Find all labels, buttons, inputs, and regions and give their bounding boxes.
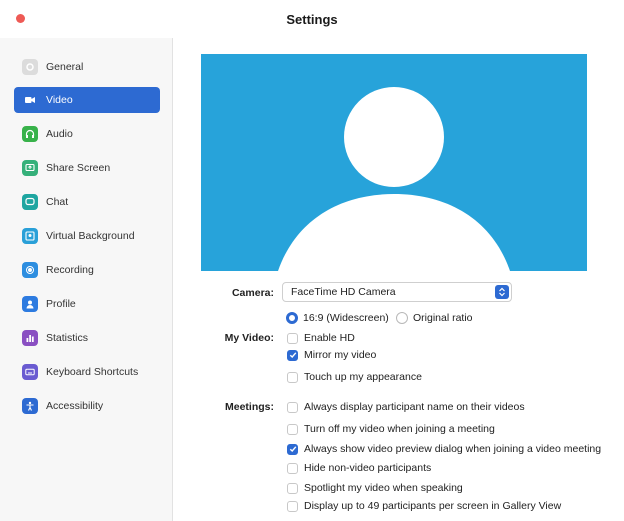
sidebar-item-label: Chat <box>46 196 69 208</box>
sidebar-item-statistics[interactable]: Statistics <box>14 325 160 351</box>
checkbox-icon <box>287 371 298 383</box>
checkbox-icon <box>287 500 298 512</box>
turn-off-video-checkbox[interactable]: Turn off my video when joining a meeting <box>287 423 495 435</box>
radio-label: Original ratio <box>413 312 473 324</box>
checkbox-label: Hide non-video participants <box>304 462 432 474</box>
virtual-background-icon <box>22 228 38 244</box>
sidebar-item-share-screen[interactable]: Share Screen <box>14 155 160 181</box>
gear-icon <box>22 59 38 75</box>
checkbox-label: Enable HD <box>304 332 355 344</box>
checkbox-icon <box>287 332 298 344</box>
ratio-widescreen-radio[interactable]: 16:9 (Widescreen) <box>286 312 389 324</box>
mirror-video-checkbox[interactable]: Mirror my video <box>287 349 376 361</box>
ratio-original-radio[interactable]: Original ratio <box>396 312 473 324</box>
checkbox-icon <box>287 462 298 474</box>
sidebar-item-profile[interactable]: Profile <box>14 291 160 317</box>
sidebar-item-label: Virtual Background <box>46 230 135 242</box>
sidebar-item-recording[interactable]: Recording <box>14 257 160 283</box>
sidebar-item-label: Statistics <box>46 332 89 344</box>
radio-label: 16:9 (Widescreen) <box>303 312 389 324</box>
title-bar: Settings <box>0 0 624 38</box>
sidebar-item-label: Accessibility <box>46 400 104 412</box>
sidebar-item-audio[interactable]: Audio <box>14 121 160 147</box>
settings-window: Settings General Video Audio Share Scree… <box>0 0 624 521</box>
accessibility-icon <box>22 398 38 414</box>
checkbox-label: Turn off my video when joining a meeting <box>304 423 495 435</box>
camera-select[interactable]: FaceTime HD Camera <box>282 282 512 302</box>
sidebar-item-keyboard-shortcuts[interactable]: Keyboard Shortcuts <box>14 359 160 385</box>
video-camera-icon <box>22 92 38 108</box>
video-preview-dialog-checkbox[interactable]: Always show video preview dialog when jo… <box>287 443 601 455</box>
keyboard-icon <box>22 364 38 380</box>
checkbox-icon <box>287 423 298 435</box>
hide-non-video-checkbox[interactable]: Hide non-video participants <box>287 462 431 474</box>
sidebar-item-label: Keyboard Shortcuts <box>46 366 139 378</box>
checkbox-label: Mirror my video <box>304 349 377 361</box>
profile-icon <box>22 296 38 312</box>
sidebar-item-label: Video <box>46 94 73 106</box>
my-video-label: My Video: <box>224 332 274 344</box>
headphones-icon <box>22 126 38 142</box>
camera-label: Camera: <box>231 287 274 299</box>
sidebar-item-chat[interactable]: Chat <box>14 189 160 215</box>
enable-hd-checkbox[interactable]: Enable HD <box>287 332 355 344</box>
checkbox-label: Display up to 49 participants per screen… <box>304 500 562 512</box>
radio-selected-icon <box>286 312 298 324</box>
touch-up-checkbox[interactable]: Touch up my appearance <box>287 371 422 383</box>
checkbox-label: Always show video preview dialog when jo… <box>304 443 602 455</box>
sidebar-item-label: General <box>46 61 84 73</box>
sidebar-item-accessibility[interactable]: Accessibility <box>14 393 160 419</box>
sidebar-item-virtual-background[interactable]: Virtual Background <box>14 223 160 249</box>
chat-icon <box>22 194 38 210</box>
sidebar-item-video[interactable]: Video <box>14 87 160 113</box>
statistics-icon <box>22 330 38 346</box>
settings-sidebar: General Video Audio Share Screen Chat Vi… <box>0 38 173 521</box>
display-participant-name-checkbox[interactable]: Always display participant name on their… <box>287 401 525 413</box>
avatar-placeholder-icon <box>278 87 510 271</box>
window-title: Settings <box>286 11 338 27</box>
checkbox-icon <box>287 482 298 494</box>
camera-select-value: FaceTime HD Camera <box>291 286 396 298</box>
checkbox-icon <box>287 401 298 413</box>
checkbox-label: Always display participant name on their… <box>304 401 525 413</box>
sidebar-item-label: Share Screen <box>46 162 111 174</box>
checkbox-checked-icon <box>287 443 298 455</box>
sidebar-item-label: Recording <box>46 264 94 276</box>
sidebar-item-label: Audio <box>46 128 73 140</box>
checkbox-label: Spotlight my video when speaking <box>304 482 463 494</box>
checkbox-checked-icon <box>287 349 298 361</box>
sidebar-item-general[interactable]: General <box>14 54 160 80</box>
sidebar-item-label: Profile <box>46 298 76 310</box>
radio-unselected-icon <box>396 312 408 324</box>
recording-icon <box>22 262 38 278</box>
meetings-label: Meetings: <box>224 401 274 413</box>
video-preview <box>201 54 587 271</box>
close-window-button[interactable] <box>16 14 25 23</box>
gallery-49-checkbox[interactable]: Display up to 49 participants per screen… <box>287 500 561 512</box>
chevron-updown-icon <box>495 285 509 299</box>
spotlight-video-checkbox[interactable]: Spotlight my video when speaking <box>287 482 463 494</box>
share-screen-icon <box>22 160 38 176</box>
checkbox-label: Touch up my appearance <box>304 371 422 383</box>
